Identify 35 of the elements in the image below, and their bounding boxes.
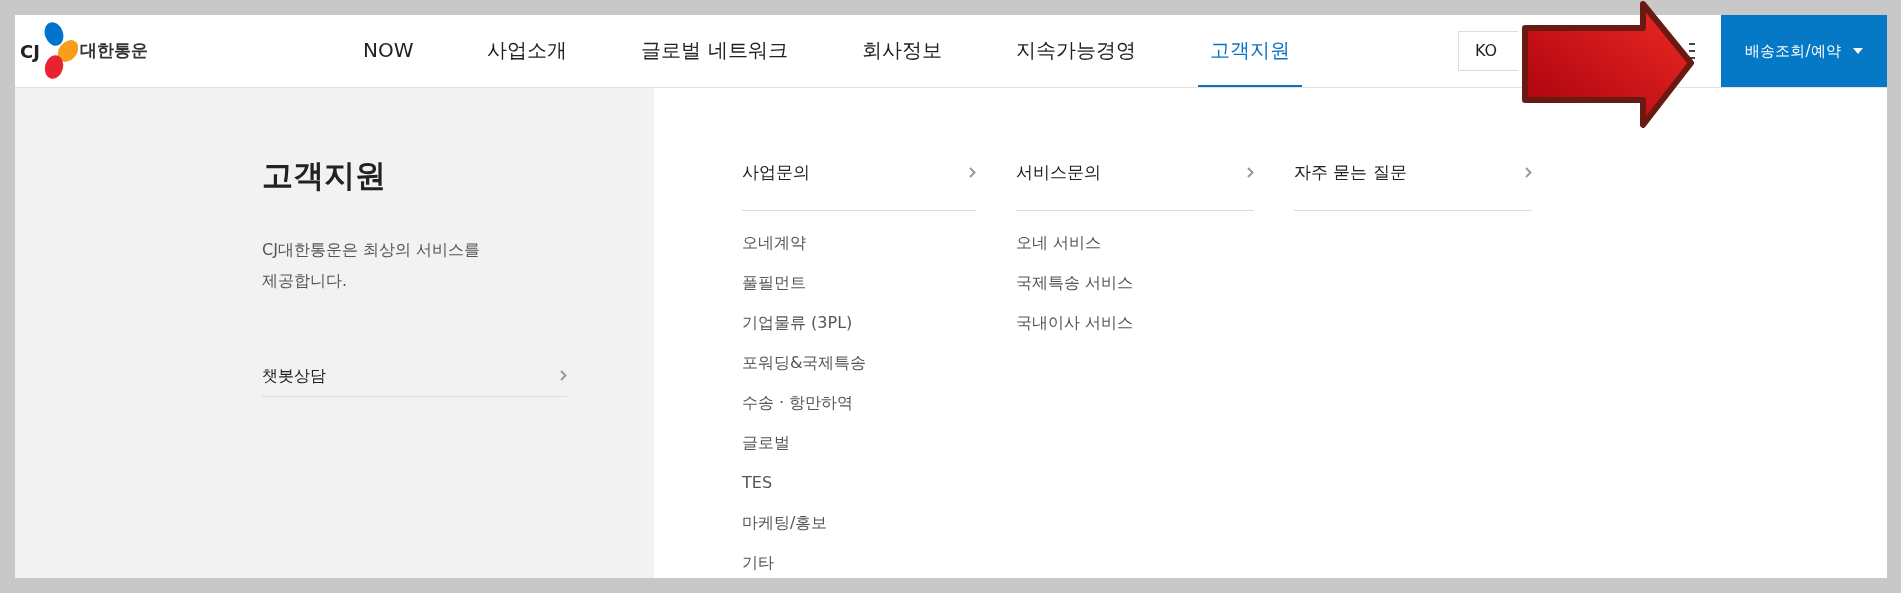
menu-link[interactable]: 기업물류 (3PL) bbox=[742, 308, 976, 337]
chevron-right-icon bbox=[1247, 167, 1254, 179]
panel-title: 고객지원 bbox=[262, 156, 387, 195]
menu-link[interactable]: 글로벌 bbox=[742, 428, 976, 457]
column-heading[interactable]: 사업문의 bbox=[742, 160, 976, 211]
nav-tab[interactable]: NOW bbox=[351, 15, 426, 87]
nav-tab[interactable]: 사업소개 bbox=[475, 15, 580, 87]
menu-icon[interactable] bbox=[1689, 43, 1695, 59]
column-heading[interactable]: 자주 묻는 질문 bbox=[1294, 160, 1532, 211]
nav-tab[interactable]: 글로벌 네트워크 bbox=[629, 15, 800, 87]
logo[interactable]: CJ 대한통운 bbox=[20, 21, 351, 81]
menu-link[interactable]: 수송 · 항만하역 bbox=[742, 388, 976, 417]
menu-link[interactable]: 오네계약 bbox=[742, 228, 976, 257]
menu-link[interactable]: 풀필먼트 bbox=[742, 268, 976, 297]
nav-tab[interactable]: 지속가능경영 bbox=[1003, 15, 1148, 87]
panel-description: CJ대한통운은 최상의 서비스를 제공합니다. bbox=[262, 238, 482, 292]
nav-tab[interactable]: 회사정보 bbox=[849, 15, 954, 87]
track-button[interactable]: 배송조회/예약 bbox=[1721, 15, 1887, 87]
logo-name: 대한통운 bbox=[79, 39, 148, 63]
menu-link[interactable]: TES bbox=[742, 468, 976, 497]
menu-link[interactable]: 기타 bbox=[742, 548, 976, 577]
menu-link[interactable]: 마케팅/홍보 bbox=[742, 508, 976, 537]
chevron-right-icon bbox=[1525, 167, 1532, 179]
chevron-right-icon bbox=[560, 370, 567, 381]
caret-icon bbox=[1852, 48, 1863, 54]
menu-link[interactable]: 국내이사 서비스 bbox=[1016, 308, 1254, 337]
nav-tab[interactable]: 고객지원 bbox=[1197, 15, 1302, 87]
column-heading[interactable]: 서비스문의 bbox=[1016, 160, 1254, 211]
chatbot-link[interactable]: 챗봇상담 bbox=[262, 363, 567, 397]
language-select[interactable]: KO bbox=[1458, 31, 1518, 71]
menu-link[interactable]: 포워딩&국제특송 bbox=[742, 348, 976, 377]
logo-mark: CJ bbox=[20, 39, 40, 64]
chevron-right-icon bbox=[969, 167, 976, 179]
menu-link[interactable]: 국제특송 서비스 bbox=[1016, 268, 1254, 297]
menu-link[interactable]: 오네 서비스 bbox=[1016, 228, 1254, 257]
